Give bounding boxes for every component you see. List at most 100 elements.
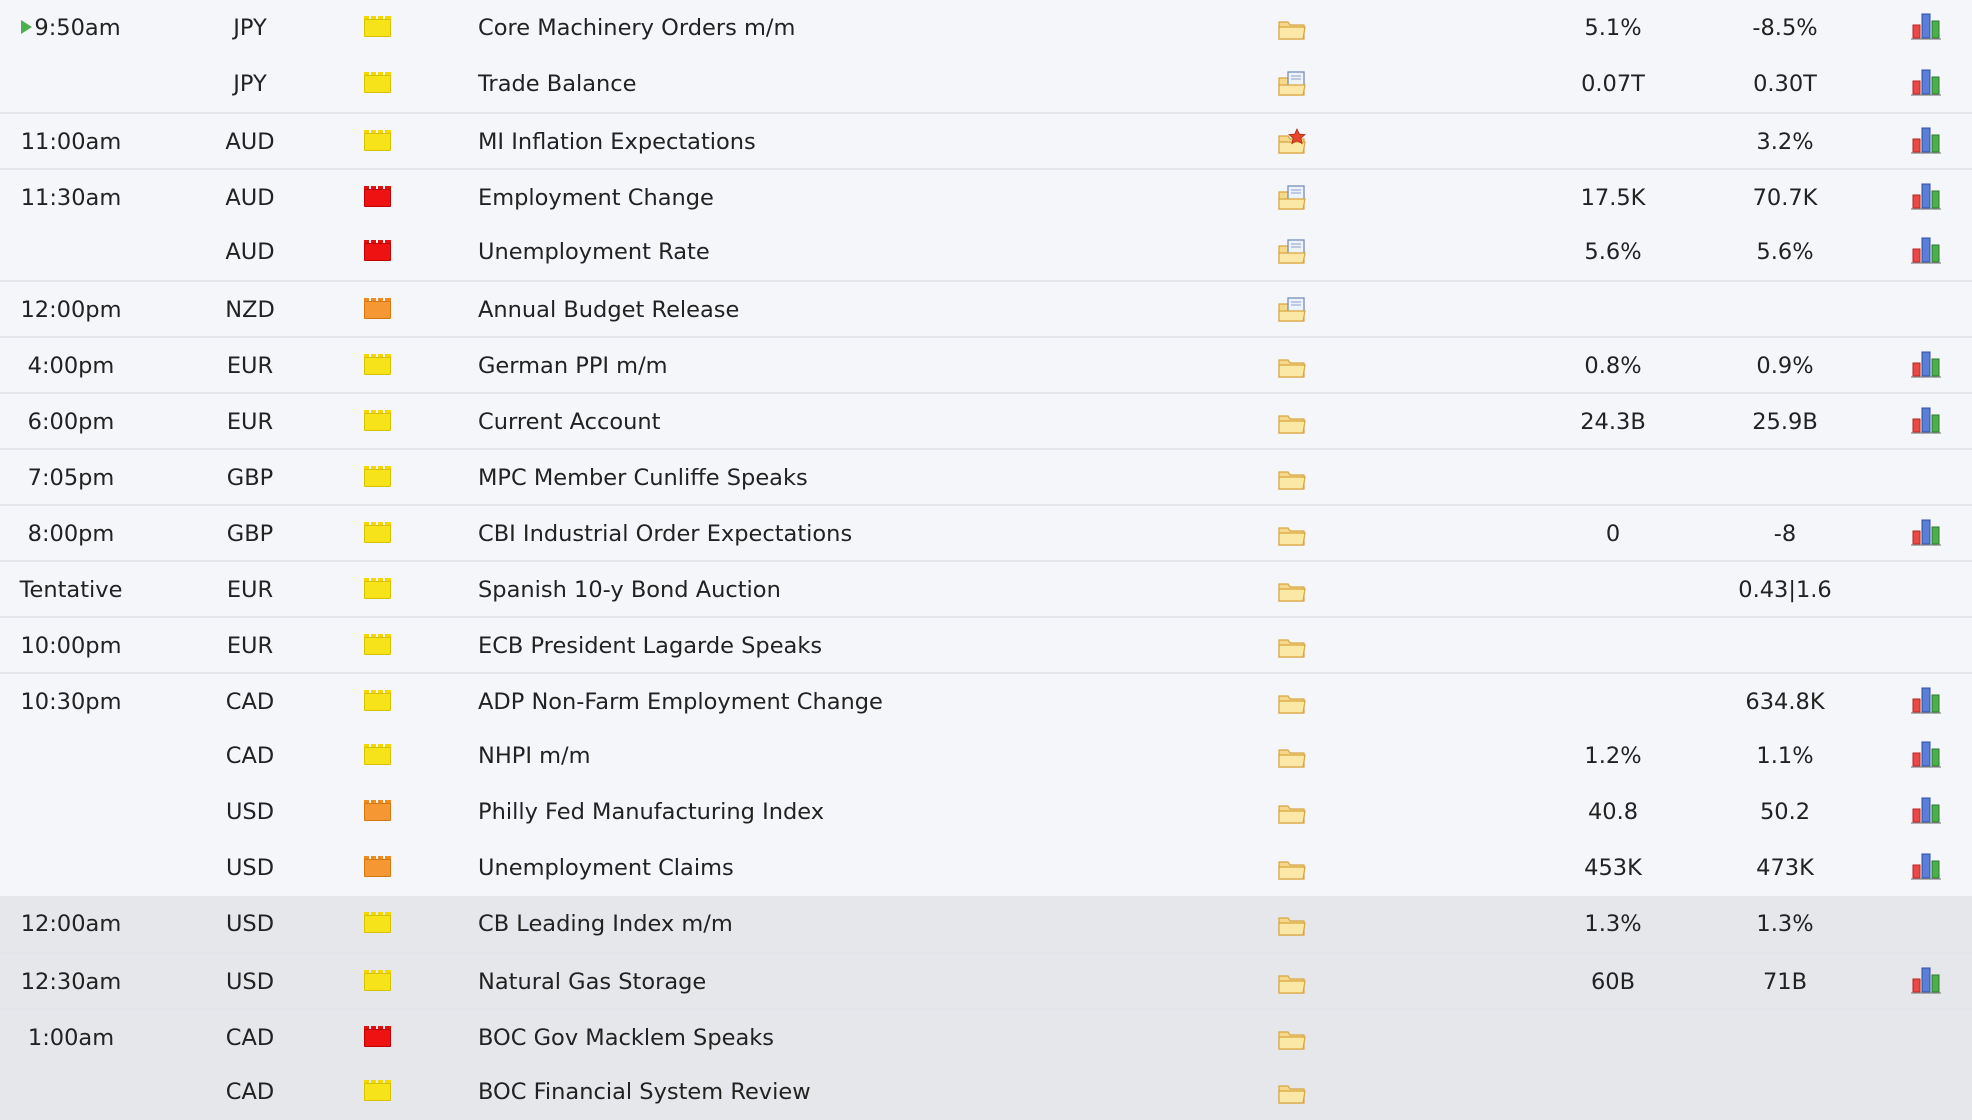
event-graph-icon[interactable] — [1910, 235, 1942, 265]
event-detail-folder-icon[interactable] — [1277, 854, 1307, 882]
event-detail-folder-icon[interactable] — [1277, 798, 1307, 826]
event-title[interactable]: Unemployment Rate — [478, 224, 1238, 280]
event-detail-folder-icon[interactable] — [1277, 910, 1307, 938]
event-graph-icon[interactable] — [1910, 685, 1942, 715]
event-currency: CAD — [225, 1025, 275, 1051]
event-detail-folder-icon[interactable] — [1277, 1078, 1307, 1106]
calendar-table: 9:50am JPY Core Machinery Orders m/m 5.1… — [0, 0, 1972, 1120]
event-graph-icon[interactable] — [1910, 405, 1942, 435]
event-detail-folder-icon[interactable] — [1277, 742, 1307, 770]
event-detail-folder-icon[interactable] — [1277, 968, 1307, 996]
event-time: 11:30am — [0, 170, 142, 226]
event-previous — [1712, 1010, 1858, 1066]
event-title[interactable]: MI Inflation Expectations — [478, 114, 1238, 170]
event-detail-folder-icon[interactable] — [1277, 688, 1307, 716]
event-graph-icon[interactable] — [1910, 67, 1942, 97]
event-title[interactable]: MPC Member Cunliffe Speaks — [478, 450, 1238, 506]
event-forecast: 60B — [1590, 969, 1636, 995]
event-title[interactable]: Philly Fed Manufacturing Index — [478, 784, 1238, 840]
calendar-row: 9:50am JPY Core Machinery Orders m/m 5.1… — [0, 0, 1972, 56]
event-currency: EUR — [226, 409, 274, 435]
event-time — [0, 784, 142, 840]
event-title[interactable]: Employment Change — [478, 170, 1238, 226]
event-detail-folder-icon[interactable] — [1277, 520, 1307, 548]
event-title[interactable]: Annual Budget Release — [478, 282, 1238, 338]
event-title[interactable]: CB Leading Index m/m — [478, 896, 1238, 952]
event-time-text: 1:00am — [27, 1025, 115, 1051]
impact-high-icon — [364, 186, 391, 207]
event-currency: AUD — [225, 239, 275, 265]
event-previous — [1712, 1064, 1858, 1120]
event-detail-folder-icon[interactable] — [1277, 128, 1307, 156]
event-previous: -8.5% — [1752, 15, 1818, 41]
event-previous: 0.30T — [1753, 71, 1817, 97]
impact-low-icon — [364, 912, 391, 933]
event-detail-folder-icon[interactable] — [1277, 352, 1307, 380]
event-time — [0, 224, 142, 280]
impact-low-icon — [364, 130, 391, 151]
event-title[interactable]: BOC Gov Macklem Speaks — [478, 1010, 1238, 1066]
calendar-row: 8:00pm GBP CBI Industrial Order Expectat… — [0, 504, 1972, 560]
event-title[interactable]: Natural Gas Storage — [478, 954, 1238, 1010]
event-title[interactable]: ECB President Lagarde Speaks — [478, 618, 1238, 674]
calendar-row: 10:30pm CAD ADP Non-Farm Employment Chan… — [0, 672, 1972, 728]
impact-low-icon — [364, 466, 391, 487]
event-graph-icon[interactable] — [1910, 739, 1942, 769]
event-time: 9:50am — [0, 0, 142, 56]
event-detail-folder-icon[interactable] — [1277, 464, 1307, 492]
event-detail-folder-icon[interactable] — [1277, 184, 1307, 212]
impact-medium-icon — [364, 800, 391, 821]
event-graph-icon[interactable] — [1910, 181, 1942, 211]
event-title[interactable]: BOC Financial System Review — [478, 1064, 1238, 1120]
event-currency: NZD — [225, 297, 275, 323]
calendar-row: USD Unemployment Claims 453K 473K — [0, 840, 1972, 896]
event-previous — [1712, 450, 1858, 506]
event-previous: 50.2 — [1759, 799, 1811, 825]
event-title[interactable]: Core Machinery Orders m/m — [478, 0, 1238, 56]
event-detail-folder-icon[interactable] — [1277, 14, 1307, 42]
event-title[interactable]: Current Account — [478, 394, 1238, 450]
event-detail-folder-icon[interactable] — [1277, 632, 1307, 660]
event-time: 11:00am — [0, 114, 142, 170]
event-currency: EUR — [226, 633, 274, 659]
event-graph-icon[interactable] — [1910, 517, 1942, 547]
event-detail-folder-icon[interactable] — [1277, 408, 1307, 436]
event-detail-folder-icon[interactable] — [1277, 70, 1307, 98]
event-forecast: 453K — [1584, 855, 1642, 881]
event-graph-icon[interactable] — [1910, 965, 1942, 995]
event-graph-icon[interactable] — [1910, 125, 1942, 155]
event-detail-folder-icon[interactable] — [1277, 238, 1307, 266]
event-graph-icon[interactable] — [1910, 349, 1942, 379]
event-title[interactable]: Unemployment Claims — [478, 840, 1238, 896]
calendar-row: CAD NHPI m/m 1.2% 1.1% — [0, 728, 1972, 784]
event-forecast: 40.8 — [1587, 799, 1639, 825]
event-currency: GBP — [226, 521, 274, 547]
calendar-row: 11:00am AUD MI Inflation Expectations 3.… — [0, 112, 1972, 168]
event-title[interactable]: Trade Balance — [478, 56, 1238, 112]
event-detail-folder-icon[interactable] — [1277, 296, 1307, 324]
event-title[interactable]: German PPI m/m — [478, 338, 1238, 394]
event-title[interactable]: NHPI m/m — [478, 728, 1238, 784]
event-title[interactable]: ADP Non-Farm Employment Change — [478, 674, 1238, 730]
impact-low-icon — [364, 410, 391, 431]
event-forecast — [1540, 674, 1686, 730]
event-forecast: 5.6% — [1584, 239, 1642, 265]
event-title[interactable]: Spanish 10-y Bond Auction — [478, 562, 1238, 618]
event-time: 10:00pm — [0, 618, 142, 674]
event-detail-folder-icon[interactable] — [1277, 1024, 1307, 1052]
event-graph-icon[interactable] — [1910, 851, 1942, 881]
event-previous: 0.43|1.6 — [1738, 577, 1832, 603]
event-forecast — [1540, 1064, 1686, 1120]
event-title[interactable]: CBI Industrial Order Expectations — [478, 506, 1238, 562]
calendar-row: 7:05pm GBP MPC Member Cunliffe Speaks — [0, 448, 1972, 504]
event-graph-icon[interactable] — [1910, 11, 1942, 41]
event-previous — [1712, 618, 1858, 674]
impact-high-icon — [364, 240, 391, 261]
event-detail-folder-icon[interactable] — [1277, 576, 1307, 604]
event-forecast: 0 — [1605, 521, 1621, 547]
event-time-text: 7:05pm — [27, 465, 115, 491]
event-graph-icon[interactable] — [1910, 795, 1942, 825]
event-currency: CAD — [225, 1079, 275, 1105]
event-time: 1:00am — [0, 1010, 142, 1066]
event-previous: 634.8K — [1745, 689, 1825, 715]
